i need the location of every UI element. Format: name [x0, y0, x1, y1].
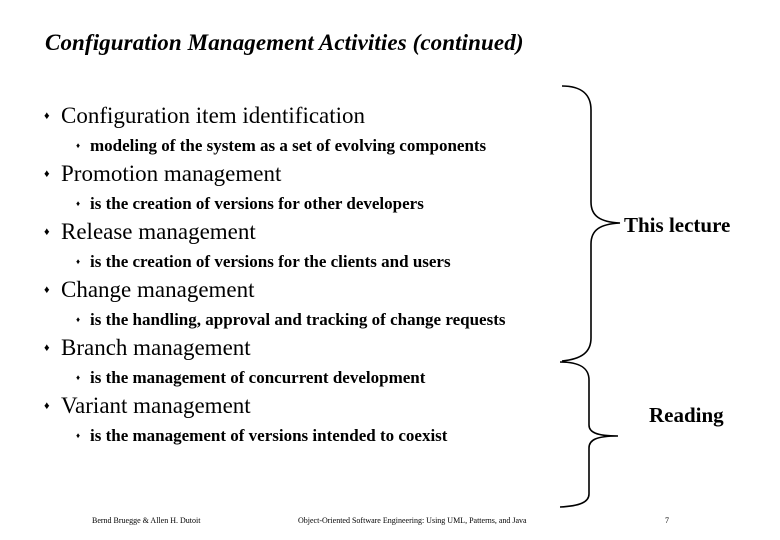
group-label-this-lecture: This lecture — [624, 213, 731, 237]
footer-book-title: Object-Oriented Software Engineering: Us… — [298, 516, 527, 525]
right-curly-brace-icon-reading — [559, 361, 619, 508]
footer-page-number: 7 — [665, 516, 669, 525]
right-curly-brace-icon-this-lecture — [561, 85, 621, 362]
footer-authors: Bernd Bruegge & Allen H. Dutoit — [92, 516, 201, 525]
group-label-reading: Reading — [649, 403, 724, 427]
braces-graphic — [559, 85, 621, 508]
